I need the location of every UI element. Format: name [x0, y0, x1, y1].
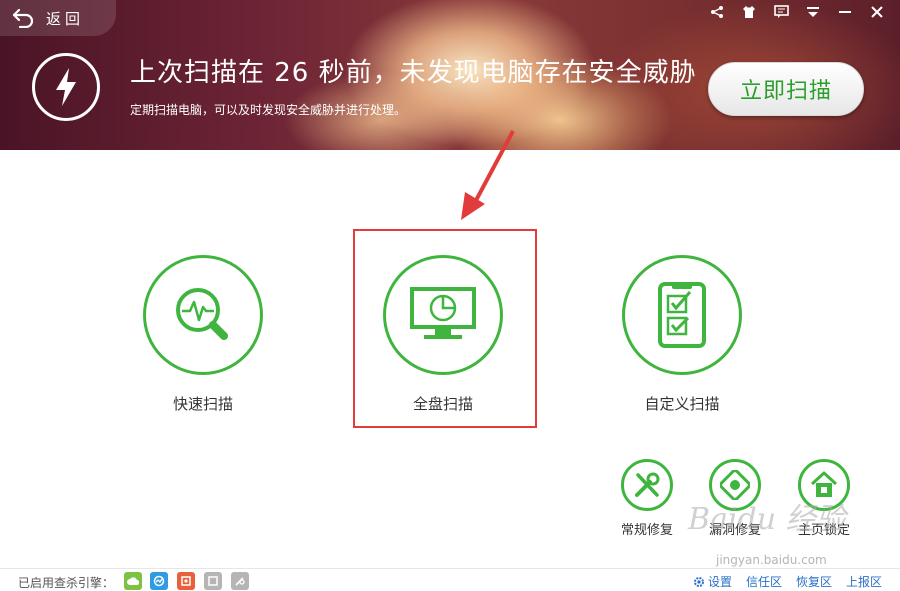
restore-zone-link[interactable]: 恢复区 [796, 573, 832, 590]
quick-scan-label: 快速扫描 [172, 395, 233, 413]
watermark-url: jingyan.baidu.com [716, 553, 827, 567]
lightning-icon [32, 53, 100, 121]
window-controls [706, 4, 888, 20]
close-icon[interactable] [866, 4, 888, 20]
feedback-icon[interactable] [770, 4, 792, 20]
back-arrow-icon [12, 8, 34, 28]
checklist-icon [622, 255, 742, 375]
trust-zone-link[interactable]: 信任区 [746, 573, 782, 590]
bitdefender-engine-icon[interactable] [231, 572, 249, 590]
qex-engine-icon[interactable] [177, 572, 195, 590]
wrench-screwdriver-icon [621, 459, 673, 511]
monitor-icon [383, 255, 503, 375]
scan-status-subtitle: 定期扫描电脑，可以及时发现安全威胁并进行处理。 [130, 103, 407, 117]
settings-link[interactable]: 设置 [693, 573, 732, 590]
minimize-icon[interactable] [834, 4, 856, 20]
cloud-engine-icon[interactable] [124, 572, 142, 590]
engines-label: 已启用查杀引擎： [18, 576, 115, 590]
quick-scan-option[interactable]: 快速扫描 [123, 255, 283, 414]
general-repair-tool[interactable]: 常规修复 [612, 459, 682, 538]
header-banner: 返回 上次扫描在 26 秒前，未发现电脑存在安全威胁 定期扫描电脑，可以及时发现… [0, 0, 900, 150]
scan-status-title: 上次扫描在 26 秒前，未发现电脑存在安全威胁 [130, 58, 697, 88]
general-repair-label: 常规修复 [620, 523, 673, 538]
red-arrow-icon [461, 130, 515, 220]
back-label: 返回 [46, 9, 85, 28]
report-zone-link[interactable]: 上报区 [846, 573, 882, 590]
full-scan-option[interactable]: 全盘扫描 [363, 255, 523, 414]
footer-links: 设置 信任区 恢复区 上报区 [693, 573, 882, 590]
avira-engine-icon[interactable] [204, 572, 222, 590]
settings-label: 设置 [707, 575, 732, 589]
baidu-watermark: Baidu 经验 [688, 502, 846, 537]
full-scan-label: 全盘扫描 [412, 395, 473, 413]
skin-icon[interactable] [738, 4, 760, 20]
gear-icon [693, 577, 704, 587]
custom-scan-label: 自定义扫描 [644, 395, 720, 413]
footer-bar: 已启用查杀引擎： 设置 信任区 恢复区 上报区 [0, 568, 900, 590]
scan-now-button[interactable]: 立即扫描 [708, 62, 864, 116]
back-button[interactable]: 返回 [0, 0, 116, 36]
custom-scan-option[interactable]: 自定义扫描 [602, 255, 762, 414]
menu-icon[interactable] [802, 4, 824, 20]
share-icon[interactable] [706, 4, 728, 20]
pulse-magnifier-icon [143, 255, 263, 375]
qvm-engine-icon[interactable] [150, 572, 168, 590]
